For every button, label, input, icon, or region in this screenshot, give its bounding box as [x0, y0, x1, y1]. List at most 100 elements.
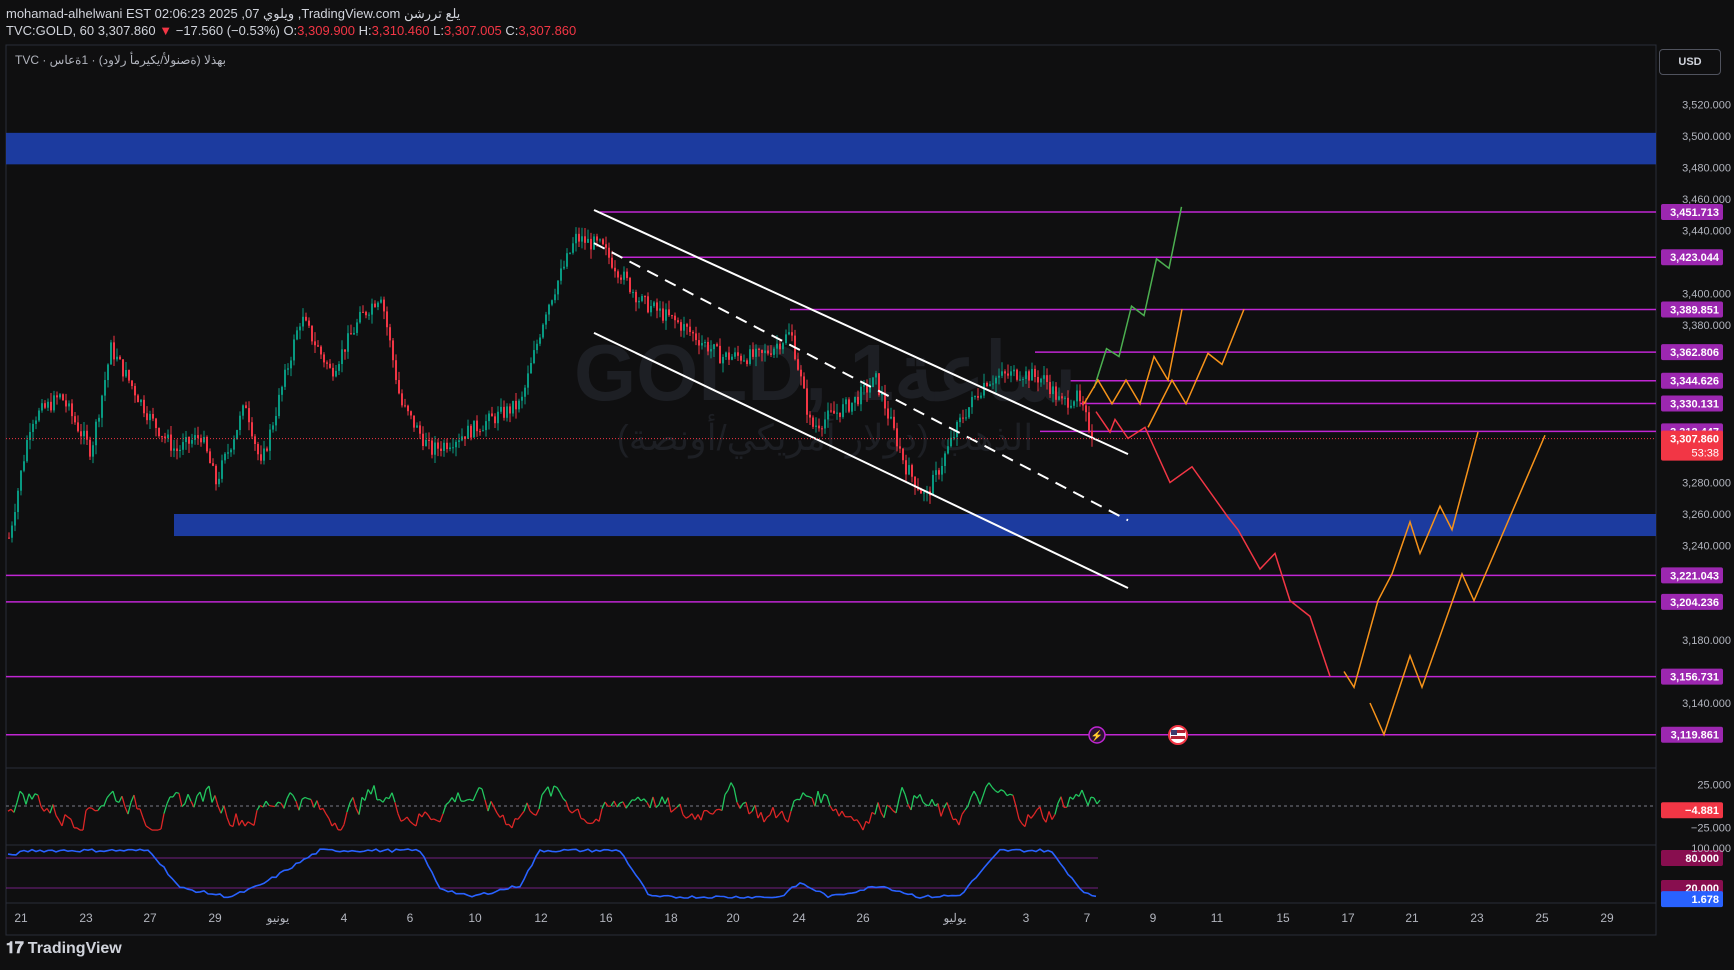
oscillator-segment [937, 803, 942, 817]
candle [401, 393, 403, 406]
candle [1052, 386, 1054, 395]
oscillator-segment [823, 793, 828, 797]
oscillator-segment [805, 795, 810, 798]
currency-button[interactable]: USD [1659, 49, 1721, 75]
oscillator-segment [829, 805, 834, 812]
oscillator-segment [55, 815, 60, 821]
price-tick: 3,380.000 [1682, 320, 1731, 332]
oscillator-segment [721, 794, 726, 811]
oscillator-segment [679, 803, 684, 815]
candle [1004, 371, 1006, 374]
candle [1028, 371, 1030, 381]
oscillator-value-text: −4.881 [1685, 805, 1719, 817]
candle [695, 333, 697, 341]
candle [143, 399, 145, 414]
candle [563, 266, 565, 269]
candle [827, 410, 829, 420]
oscillator-segment [226, 817, 231, 826]
candle [203, 436, 205, 443]
price-tick: 3,500.000 [1682, 131, 1731, 143]
oscillator-segment [286, 792, 291, 799]
candle [221, 460, 223, 479]
oscillator-segment [247, 821, 252, 825]
candle [1016, 369, 1018, 380]
oscillator-segment [814, 790, 819, 807]
oscillator-segment [298, 799, 303, 811]
oscillator-segment [100, 804, 105, 807]
candle [254, 436, 256, 444]
candle [353, 332, 355, 335]
candle [1067, 397, 1069, 408]
oscillator-segment [940, 807, 945, 817]
oscillator-segment [763, 816, 768, 823]
price-tick: 3,480.000 [1682, 163, 1731, 175]
oscillator-segment [961, 809, 966, 815]
candle [746, 360, 748, 364]
chart-canvas[interactable]: GOLD, 1ساعة الذهب (دولار أمريكي/أونصة) 2… [0, 0, 1734, 970]
oscillator-tick: −25.000 [1691, 822, 1731, 834]
oscillator-segment [919, 794, 924, 803]
oscillator-segment [211, 795, 216, 803]
candle [701, 343, 703, 346]
candle [113, 342, 115, 360]
oscillator-segment [598, 808, 603, 822]
oscillator-segment [541, 790, 546, 796]
candle [314, 341, 316, 346]
candle [668, 309, 670, 316]
candle [554, 294, 556, 301]
candle [311, 325, 313, 342]
oscillator-segment [58, 819, 63, 827]
candle [92, 445, 94, 457]
candle [1022, 379, 1024, 381]
oscillator-segment [553, 785, 558, 789]
candle [1007, 373, 1009, 376]
oscillator-segment [838, 810, 843, 817]
oscillator-segment [586, 822, 591, 825]
candle [305, 316, 307, 321]
oscillator-segment [313, 800, 318, 808]
oscillator-segment [301, 796, 306, 800]
high-value: 3,310.460 [371, 23, 430, 38]
candle [470, 425, 472, 438]
candle [947, 446, 949, 454]
oscillator-segment [733, 787, 738, 803]
oscillator-segment [430, 818, 435, 821]
oscillator-segment [640, 798, 645, 802]
time-tick: يوليو [942, 911, 966, 925]
tradingview-logo[interactable]: 𝟏𝟕 TradingView [6, 940, 122, 958]
candle [491, 413, 493, 417]
oscillator-segment [808, 796, 813, 799]
time-tick: 21 [1405, 911, 1419, 925]
time-tick: 23 [79, 911, 93, 925]
candle [521, 396, 523, 401]
candle [206, 436, 208, 452]
level-price-tag-text: 3,119.861 [1671, 730, 1719, 742]
oscillator-segment [1051, 814, 1056, 820]
candle [785, 334, 787, 344]
candle [392, 340, 394, 361]
open-label: O: [283, 23, 298, 38]
candle [224, 453, 226, 461]
close-value: 3,307.860 [518, 23, 577, 38]
oscillator-segment [787, 811, 792, 823]
oscillator-segment [994, 789, 999, 794]
candle [509, 406, 511, 414]
oscillator-segment [214, 795, 219, 807]
oscillator-segment [1030, 814, 1035, 819]
oscillator-segment [883, 804, 888, 818]
countdown-text: 53:38 [1691, 448, 1719, 460]
watermark-symbol: GOLD, 1ساعة [574, 328, 1076, 417]
candle [239, 415, 241, 431]
oscillator-segment [610, 800, 615, 807]
candle [422, 433, 424, 447]
candle [95, 421, 97, 446]
candle [146, 413, 148, 421]
oscillator-segment [1078, 789, 1083, 797]
candle [839, 412, 841, 417]
candle [80, 431, 82, 437]
series-legend[interactable]: TVC · بهذلا (ةصنولأ/يكيرمأ رلاود) · 1ةعا… [15, 53, 226, 67]
oscillator-segment [901, 787, 906, 795]
candle [1058, 396, 1060, 400]
candle [107, 364, 109, 381]
candle [686, 324, 688, 327]
